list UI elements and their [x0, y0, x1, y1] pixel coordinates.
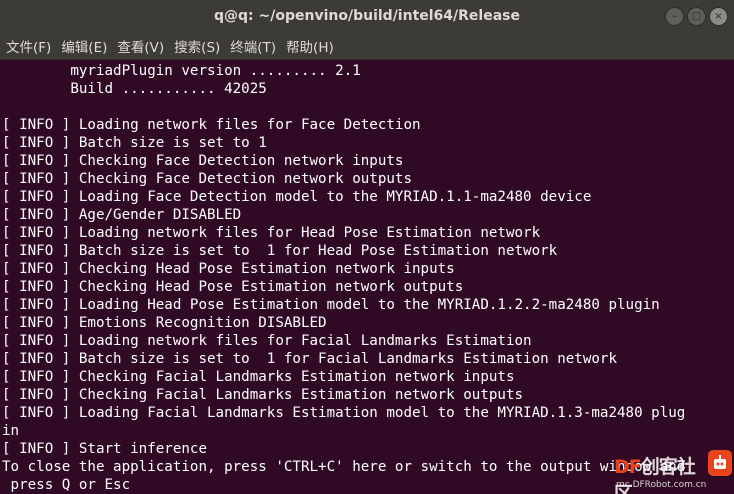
- menu-search[interactable]: 搜索(S): [174, 36, 220, 56]
- close-button[interactable]: ×: [709, 7, 728, 26]
- menu-file[interactable]: 文件(F): [6, 36, 51, 56]
- watermark-logo-prefix: DF: [614, 456, 642, 478]
- title-bar[interactable]: q@q: ~/openvino/build/intel64/Release – …: [0, 0, 734, 32]
- menu-terminal[interactable]: 终端(T): [230, 36, 276, 56]
- terminal-line: [ INFO ] Loading Face Detection model to…: [2, 189, 592, 205]
- terminal-line: [ INFO ] Age/Gender DISABLED: [2, 207, 242, 223]
- terminal-line: Build ........... 42025: [2, 81, 267, 97]
- terminal-line: [ INFO ] Loading network files for Facia…: [2, 333, 532, 349]
- terminal-line: [ INFO ] Batch size is set to 1 for Faci…: [2, 351, 617, 367]
- window-title: q@q: ~/openvino/build/intel64/Release: [214, 8, 520, 24]
- terminal-line: [ INFO ] Loading Head Pose Estimation mo…: [2, 297, 660, 313]
- terminal-line: [ INFO ] Checking Face Detection network…: [2, 171, 412, 187]
- terminal-line: [ INFO ] Loading Facial Landmarks Estima…: [2, 405, 686, 421]
- watermark: DF创客社区 mc.DFRobot.com.cn: [614, 450, 732, 494]
- terminal-line: [ INFO ] Checking Face Detection network…: [2, 153, 404, 169]
- terminal-line: [ INFO ] Checking Facial Landmarks Estim…: [2, 387, 524, 403]
- robot-icon: [708, 450, 732, 476]
- maximize-button[interactable]: □: [687, 7, 706, 26]
- watermark-url: mc.DFRobot.com.cn: [616, 480, 707, 490]
- terminal-line: [ INFO ] Checking Head Pose Estimation n…: [2, 279, 464, 295]
- menu-help[interactable]: 帮助(H): [286, 36, 334, 56]
- terminal-line: in: [2, 423, 20, 439]
- terminal-line: myriadPlugin version ......... 2.1: [2, 63, 361, 79]
- terminal-line: [ INFO ] Loading network files for Head …: [2, 225, 541, 241]
- terminal-window: q@q: ~/openvino/build/intel64/Release – …: [0, 0, 734, 494]
- menu-edit[interactable]: 编辑(E): [61, 36, 107, 56]
- terminal-line: [ INFO ] Checking Head Pose Estimation n…: [2, 261, 455, 277]
- terminal-line: [ INFO ] Batch size is set to 1: [2, 135, 267, 151]
- minimize-button[interactable]: –: [665, 7, 684, 26]
- window-controls: – □ ×: [665, 7, 728, 26]
- terminal-line: [ INFO ] Emotions Recognition DISABLED: [2, 315, 327, 331]
- menu-bar: 文件(F) 编辑(E) 查看(V) 搜索(S) 终端(T) 帮助(H): [0, 32, 734, 60]
- terminal-line: [ INFO ] Checking Facial Landmarks Estim…: [2, 369, 515, 385]
- terminal-line: [ INFO ] Loading network files for Face …: [2, 117, 421, 133]
- terminal-lines: myriadPlugin version ......... 2.1 Build…: [0, 60, 734, 494]
- terminal-line: [ INFO ] Batch size is set to 1 for Head…: [2, 243, 558, 259]
- terminal-output[interactable]: myriadPlugin version ......... 2.1 Build…: [0, 60, 734, 494]
- menu-view[interactable]: 查看(V): [117, 36, 164, 56]
